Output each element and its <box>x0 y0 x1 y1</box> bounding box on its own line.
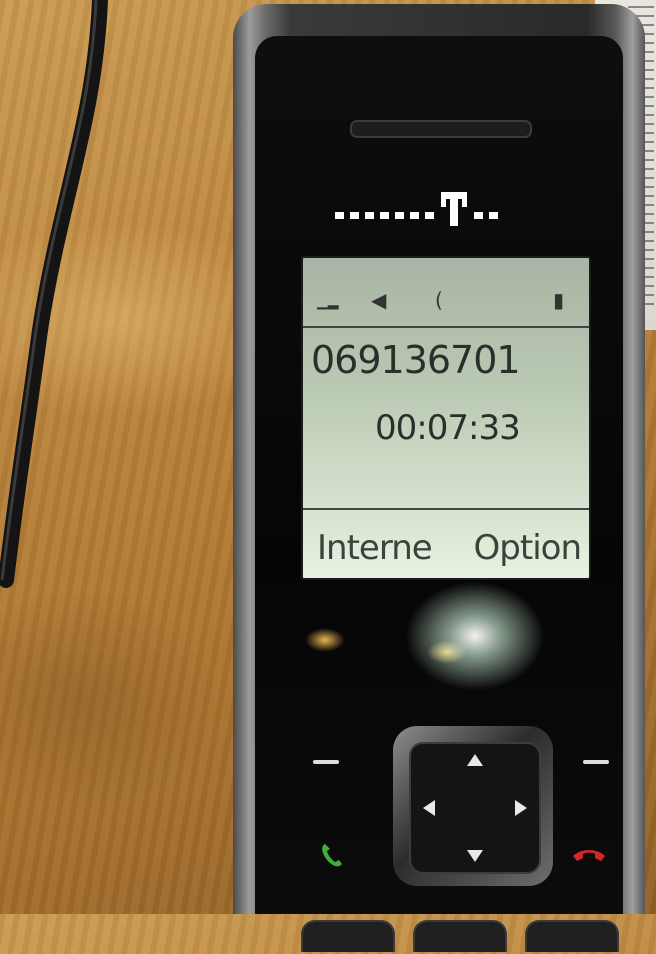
right-arrow-icon[interactable] <box>515 800 527 816</box>
keypad-panel <box>301 704 615 914</box>
keypad-key[interactable] <box>525 920 619 952</box>
softkey-bar: Interne Option <box>303 508 589 578</box>
keypad-top-row <box>301 914 619 954</box>
navigation-pad[interactable] <box>393 726 553 886</box>
softkey-left-label[interactable]: Interne <box>317 528 433 568</box>
status-bar: ▁▂ ◀ ( ▮ <box>303 258 589 328</box>
phone-number: 069136701 <box>311 338 521 382</box>
telekom-logo <box>335 192 498 226</box>
down-arrow-icon[interactable] <box>467 850 483 862</box>
battery-icon: ▮ <box>553 288 565 312</box>
reflection-highlight <box>305 628 345 652</box>
reflection-highlight <box>427 640 467 664</box>
navigation-pad-center[interactable] <box>409 742 541 874</box>
softkey-right-label[interactable]: Option <box>474 528 582 568</box>
left-softkey-button[interactable] <box>313 760 339 764</box>
green-call-icon[interactable] <box>315 840 355 870</box>
call-timer: 00:07:33 <box>375 408 521 448</box>
speaker-icon: ◀ <box>371 288 387 312</box>
lcd-display: ▁▂ ◀ ( ▮ 069136701 00:07:33 Interne Opti… <box>301 256 591 580</box>
right-softkey-button[interactable] <box>583 760 609 764</box>
signal-icon: ▁▂ <box>317 294 339 310</box>
cordless-phone-handset: ▁▂ ◀ ( ▮ 069136701 00:07:33 Interne Opti… <box>233 4 645 952</box>
phone-face: ▁▂ ◀ ( ▮ 069136701 00:07:33 Interne Opti… <box>255 36 623 952</box>
up-arrow-icon[interactable] <box>467 754 483 766</box>
black-cable <box>0 0 108 588</box>
earpiece-slot <box>350 120 532 138</box>
keypad-key[interactable] <box>413 920 507 952</box>
left-arrow-icon[interactable] <box>423 800 435 816</box>
handset-icon: ( <box>435 288 443 312</box>
keypad-key[interactable] <box>301 920 395 952</box>
flash-glare <box>405 581 545 691</box>
red-end-call-icon[interactable] <box>569 840 609 870</box>
